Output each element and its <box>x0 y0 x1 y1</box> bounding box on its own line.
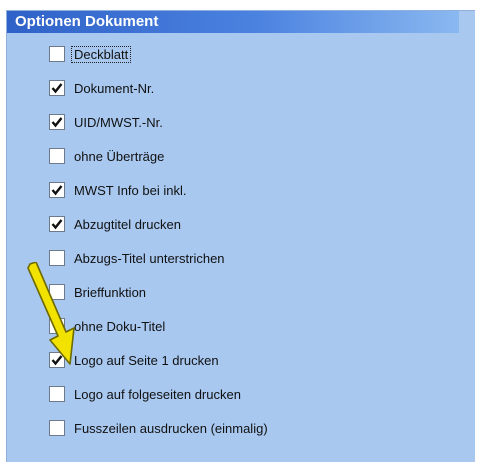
option-label: Fusszeilen ausdrucken (einmalig) <box>74 420 268 436</box>
checkbox[interactable] <box>49 46 65 62</box>
option-label: Abzugs-Titel unterstrichen <box>74 250 225 266</box>
option-label: Logo auf Seite 1 drucken <box>74 352 219 368</box>
option-label: Deckblatt <box>70 45 132 63</box>
checkmark-icon <box>51 219 63 230</box>
option-fusszeilen[interactable]: Fusszeilen ausdrucken (einmalig) <box>49 416 268 440</box>
option-abzugtitel-drucken[interactable]: Abzugtitel drucken <box>49 212 181 236</box>
option-dokument-nr[interactable]: Dokument-Nr. <box>49 76 154 100</box>
checkbox[interactable] <box>49 420 65 436</box>
checkbox-checked[interactable] <box>49 182 65 198</box>
option-deckblatt[interactable]: Deckblatt <box>49 42 132 66</box>
checkmark-icon <box>51 185 63 196</box>
checkbox[interactable] <box>49 148 65 164</box>
option-label: MWST Info bei inkl. <box>74 182 187 198</box>
option-label: Logo auf folgeseiten drucken <box>74 386 241 402</box>
option-label: Abzugtitel drucken <box>74 216 181 232</box>
checkmark-icon <box>51 83 63 94</box>
checkbox[interactable] <box>49 386 65 402</box>
checkmark-icon <box>51 117 63 128</box>
option-label: Dokument-Nr. <box>74 80 155 96</box>
option-label: ohne Überträge <box>74 148 165 164</box>
checkbox-checked[interactable] <box>49 114 65 130</box>
option-label: ohne Doku-Titel <box>74 318 166 334</box>
checkbox-checked[interactable] <box>49 80 65 96</box>
yellow-arrow-icon <box>27 262 75 365</box>
options-panel: Optionen Dokument Deckblatt Dokument-Nr.… <box>6 10 475 462</box>
option-mwst-info[interactable]: MWST Info bei inkl. <box>49 178 186 202</box>
option-uid-mwst-nr[interactable]: UID/MWST.-Nr. <box>49 110 163 134</box>
panel-title: Optionen Dokument <box>7 11 459 33</box>
option-label: UID/MWST.-Nr. <box>74 114 163 130</box>
option-label: Brieffunktion <box>74 284 147 300</box>
option-logo-folgeseiten[interactable]: Logo auf folgeseiten drucken <box>49 382 241 406</box>
option-ohne-uebertraege[interactable]: ohne Überträge <box>49 144 164 168</box>
checkbox-checked[interactable] <box>49 216 65 232</box>
